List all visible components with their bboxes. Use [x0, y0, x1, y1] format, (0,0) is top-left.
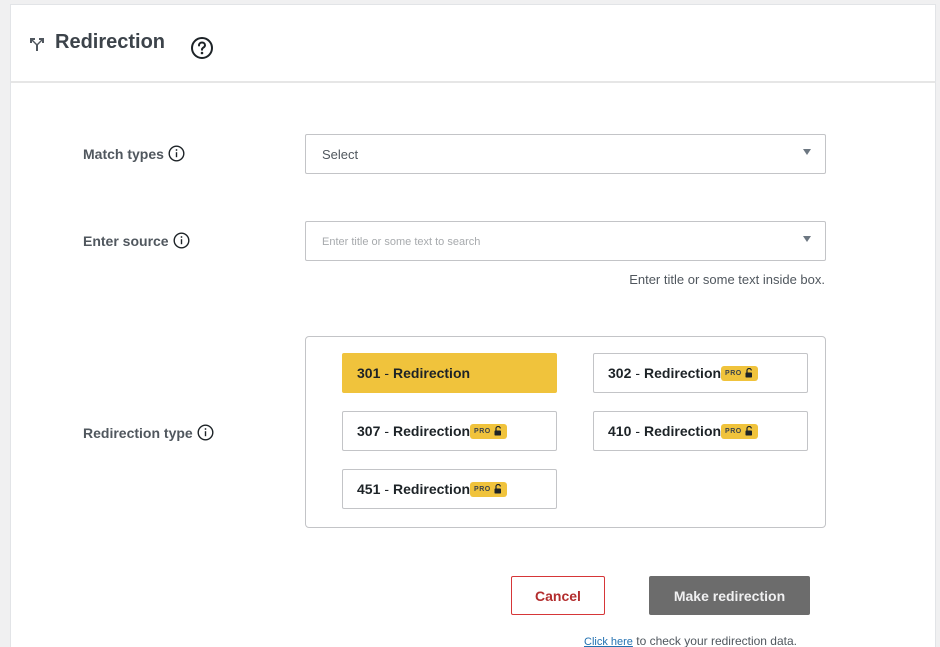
type-code: 302	[608, 365, 632, 381]
redirection-type-302-button[interactable]: 302 - Redirection PRO	[593, 353, 808, 393]
enter-source-label: Enter source	[83, 232, 190, 249]
type-dash: -	[384, 481, 390, 497]
redirection-panel: Redirection Match types Select Enter sou…	[10, 4, 936, 647]
type-code: 301	[357, 365, 381, 381]
pro-badge: PRO	[721, 365, 758, 381]
type-dash: -	[384, 423, 390, 439]
redirection-type-group: 301 - Redirection 302 - Redirection PRO …	[305, 336, 826, 528]
redirection-type-307-button[interactable]: 307 - Redirection PRO	[342, 411, 557, 451]
lock-open-icon	[745, 368, 752, 378]
lock-open-icon	[494, 426, 501, 436]
pro-badge-text: PRO	[474, 427, 491, 435]
footer-note-text: to check your redirection data.	[632, 634, 797, 647]
redirection-type-451-button[interactable]: 451 - Redirection PRO	[342, 469, 557, 509]
type-dash: -	[635, 365, 641, 381]
pro-badge: PRO	[470, 481, 507, 497]
chevron-down-icon	[803, 236, 811, 242]
pro-badge-text: PRO	[725, 427, 742, 435]
check-data-link[interactable]: Click here	[584, 636, 633, 647]
pro-badge-text: PRO	[725, 369, 742, 377]
type-name: Redirection	[393, 423, 471, 439]
redirection-type-301-button[interactable]: 301 - Redirection	[342, 353, 557, 393]
lock-open-icon	[745, 426, 752, 436]
lock-open-icon	[494, 484, 501, 494]
type-name: Redirection	[393, 481, 471, 497]
source-hint: Enter title or some text inside box.	[629, 272, 825, 287]
match-types-label-text: Match types	[83, 145, 164, 162]
info-icon[interactable]	[168, 145, 185, 162]
match-types-selected-value: Select	[322, 147, 359, 162]
info-icon[interactable]	[173, 232, 190, 249]
type-dash: -	[384, 365, 390, 381]
type-name: Redirection	[644, 423, 722, 439]
chevron-down-icon	[803, 149, 811, 155]
type-name: Redirection	[393, 365, 471, 381]
redirection-type-410-button[interactable]: 410 - Redirection PRO	[593, 411, 808, 451]
enter-source-label-text: Enter source	[83, 232, 169, 249]
make-redirection-button[interactable]: Make redirection	[649, 576, 810, 615]
source-search-select[interactable]: Enter title or some text to search	[305, 221, 826, 261]
type-name: Redirection	[644, 365, 722, 381]
type-code: 451	[357, 481, 381, 497]
footer-note: Click here to check your redirection dat…	[584, 634, 797, 647]
match-types-label: Match types	[83, 145, 185, 162]
source-search-placeholder: Enter title or some text to search	[322, 236, 481, 248]
question-circle-icon[interactable]	[190, 36, 214, 60]
page-title: Redirection	[55, 31, 166, 53]
redirection-type-label-text: Redirection type	[83, 424, 193, 441]
cancel-button[interactable]: Cancel	[511, 576, 605, 615]
panel-header: Redirection	[11, 5, 935, 83]
pro-badge: PRO	[470, 423, 507, 439]
type-code: 410	[608, 423, 632, 439]
redirection-logo-icon	[30, 38, 44, 51]
match-types-select[interactable]: Select	[305, 134, 826, 174]
pro-badge-text: PRO	[474, 485, 491, 493]
type-dash: -	[635, 423, 641, 439]
type-code: 307	[357, 423, 381, 439]
info-icon[interactable]	[197, 424, 214, 441]
pro-badge: PRO	[721, 423, 758, 439]
redirection-type-label: Redirection type	[83, 424, 214, 441]
